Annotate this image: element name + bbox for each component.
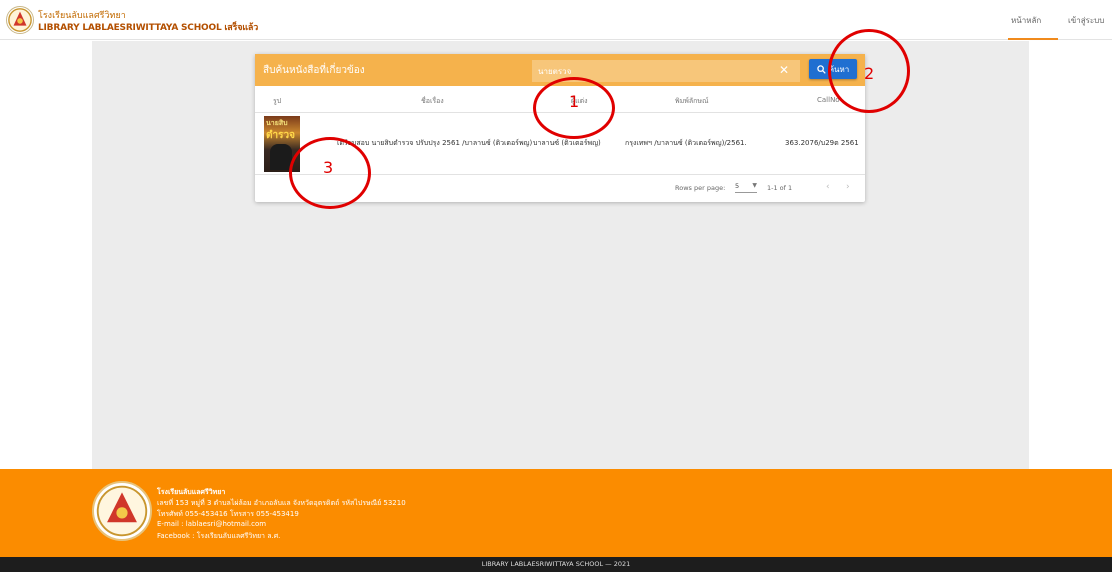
rows-per-page-select[interactable]: 5 ▼ <box>735 182 757 193</box>
annotation-number-2: 2 <box>864 64 875 83</box>
copyright-text: LIBRARY LABLAESRIWITTAYA SCHOOL — 2021 <box>481 560 631 568</box>
book-cover-line-2: ตำรวจ <box>266 130 295 141</box>
book-imprint-cell[interactable]: กรุงเทพฯ /บาลานซ์ (ติวเตอร์พญ)/2561. <box>625 138 747 149</box>
footer-address: เลขที่ 153 หมู่ที่ 3 ตำบลไผ่ล้อม อำเภอลั… <box>157 499 406 507</box>
top-header: โรงเรียนลับแลศรีวิทยา LIBRARY LABLAESRIW… <box>0 0 1112 40</box>
column-header-cover[interactable]: รูป <box>273 96 281 107</box>
annotation-number-1: 1 <box>569 92 580 111</box>
footer-phone: โทรศัพท์ 055-453416 โทรสาร 055-453419 <box>157 510 299 518</box>
footer-email[interactable]: E-mail : lablaesri@hotmail.com <box>157 520 266 528</box>
footer-school-logo <box>92 481 152 541</box>
pagination-range: 1-1 of 1 <box>767 184 793 192</box>
column-header-imprint[interactable]: พิมพ์ลักษณ์ <box>675 96 708 107</box>
nav-home-link[interactable]: หน้าหลัก <box>1011 14 1041 27</box>
nav-login-link[interactable]: เข้าสู่ระบบ <box>1068 14 1104 27</box>
annotation-number-3: 3 <box>323 158 334 177</box>
footer-facebook[interactable]: Facebook : โรงเรียนลับแลศรีวิทยา ล.ศ. <box>157 531 280 542</box>
rows-per-page-value: 5 <box>735 182 740 190</box>
next-page-icon[interactable]: › <box>846 182 850 192</box>
card-title: สืบค้นหนังสือที่เกี่ยวข้อง <box>263 65 365 76</box>
column-header-title[interactable]: ชื่อเรื่อง <box>421 96 444 107</box>
school-logo[interactable] <box>6 6 34 34</box>
book-title-cell[interactable]: เตรียมสอบ นายสิบตำรวจ ปรับปรุง 2561 /บาล… <box>337 138 532 149</box>
prev-page-icon[interactable]: ‹ <box>826 182 830 192</box>
rows-per-page-label: Rows per page: <box>675 184 726 192</box>
search-icon <box>816 64 826 74</box>
book-callno-cell[interactable]: 363.2076/บ29ต 2561 <box>785 138 859 149</box>
copyright-bar: LIBRARY LABLAESRIWITTAYA SCHOOL — 2021 <box>0 557 1112 572</box>
page-footer: โรงเรียนลับแลศรีวิทยา เลขที่ 153 หมู่ที่… <box>0 469 1112 557</box>
footer-school-name: โรงเรียนลับแลศรีวิทยา <box>157 488 226 496</box>
book-author-cell[interactable]: บาลานซ์ (ติวเตอร์พญ) <box>533 138 601 149</box>
close-icon[interactable]: ✕ <box>777 63 791 77</box>
school-name-english[interactable]: LIBRARY LABLAESRIWITTAYA SCHOOL เสร็จแล้… <box>38 20 258 34</box>
chevron-down-icon: ▼ <box>752 182 757 189</box>
active-tab-indicator <box>1008 38 1058 40</box>
